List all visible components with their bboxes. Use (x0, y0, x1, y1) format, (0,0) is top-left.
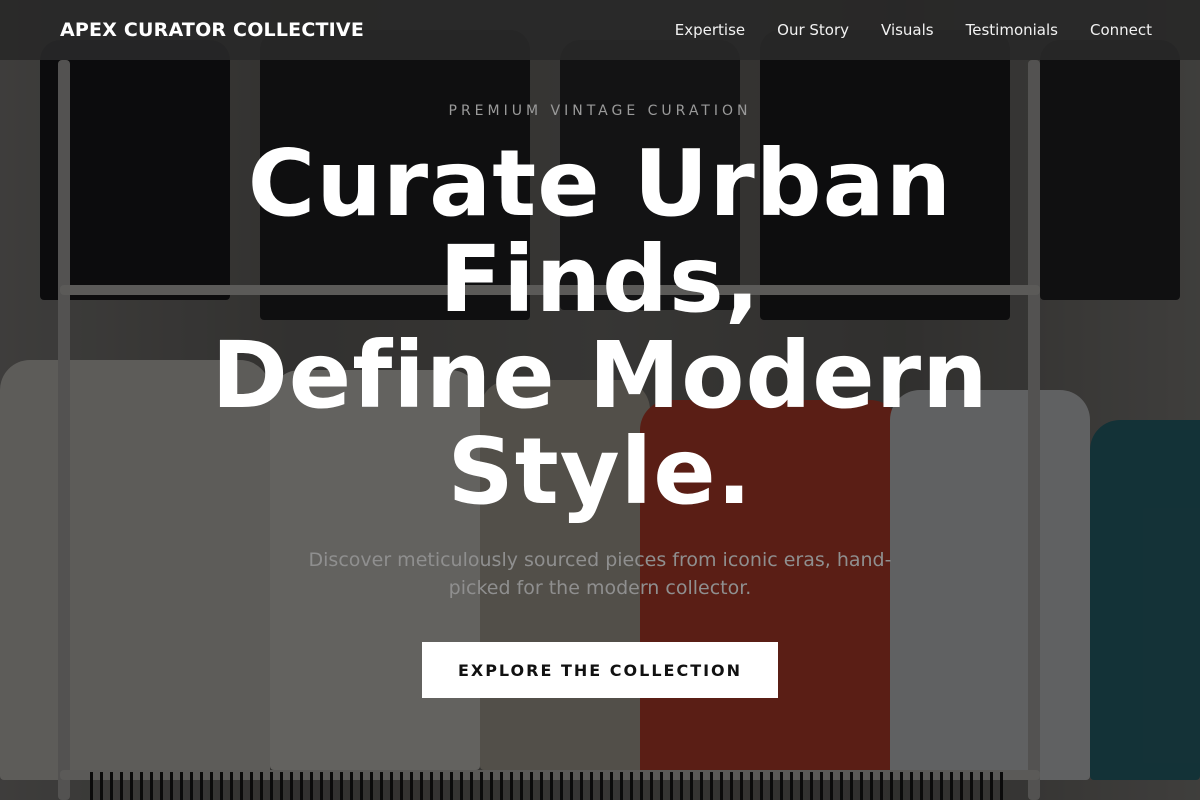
explore-collection-button[interactable]: EXPLORE THE COLLECTION (422, 642, 778, 698)
top-navbar: APEX CURATOR COLLECTIVE Expertise Our St… (0, 0, 1200, 60)
nav-link-our-story[interactable]: Our Story (777, 21, 849, 39)
brand-logo-text[interactable]: APEX CURATOR COLLECTIVE (60, 19, 364, 41)
nav-link-visuals[interactable]: Visuals (881, 21, 934, 39)
headline-line: Curate Urban (247, 130, 953, 237)
nav-link-testimonials[interactable]: Testimonials (966, 21, 1058, 39)
hero-eyebrow: PREMIUM VINTAGE CURATION (448, 103, 752, 119)
nav-link-connect[interactable]: Connect (1090, 21, 1152, 39)
hero-headline: Curate Urban Finds, Define Modern Style. (150, 136, 1050, 520)
headline-line: Define Modern (211, 322, 989, 429)
hero-section: PREMIUM VINTAGE CURATION Curate Urban Fi… (0, 60, 1200, 800)
hero-subheading: Discover meticulously sourced pieces fro… (308, 549, 892, 599)
nav-link-expertise[interactable]: Expertise (675, 21, 745, 39)
headline-line: Style. (447, 418, 753, 525)
headline-line: Finds, (439, 226, 761, 333)
nav-links: Expertise Our Story Visuals Testimonials… (675, 21, 1152, 39)
